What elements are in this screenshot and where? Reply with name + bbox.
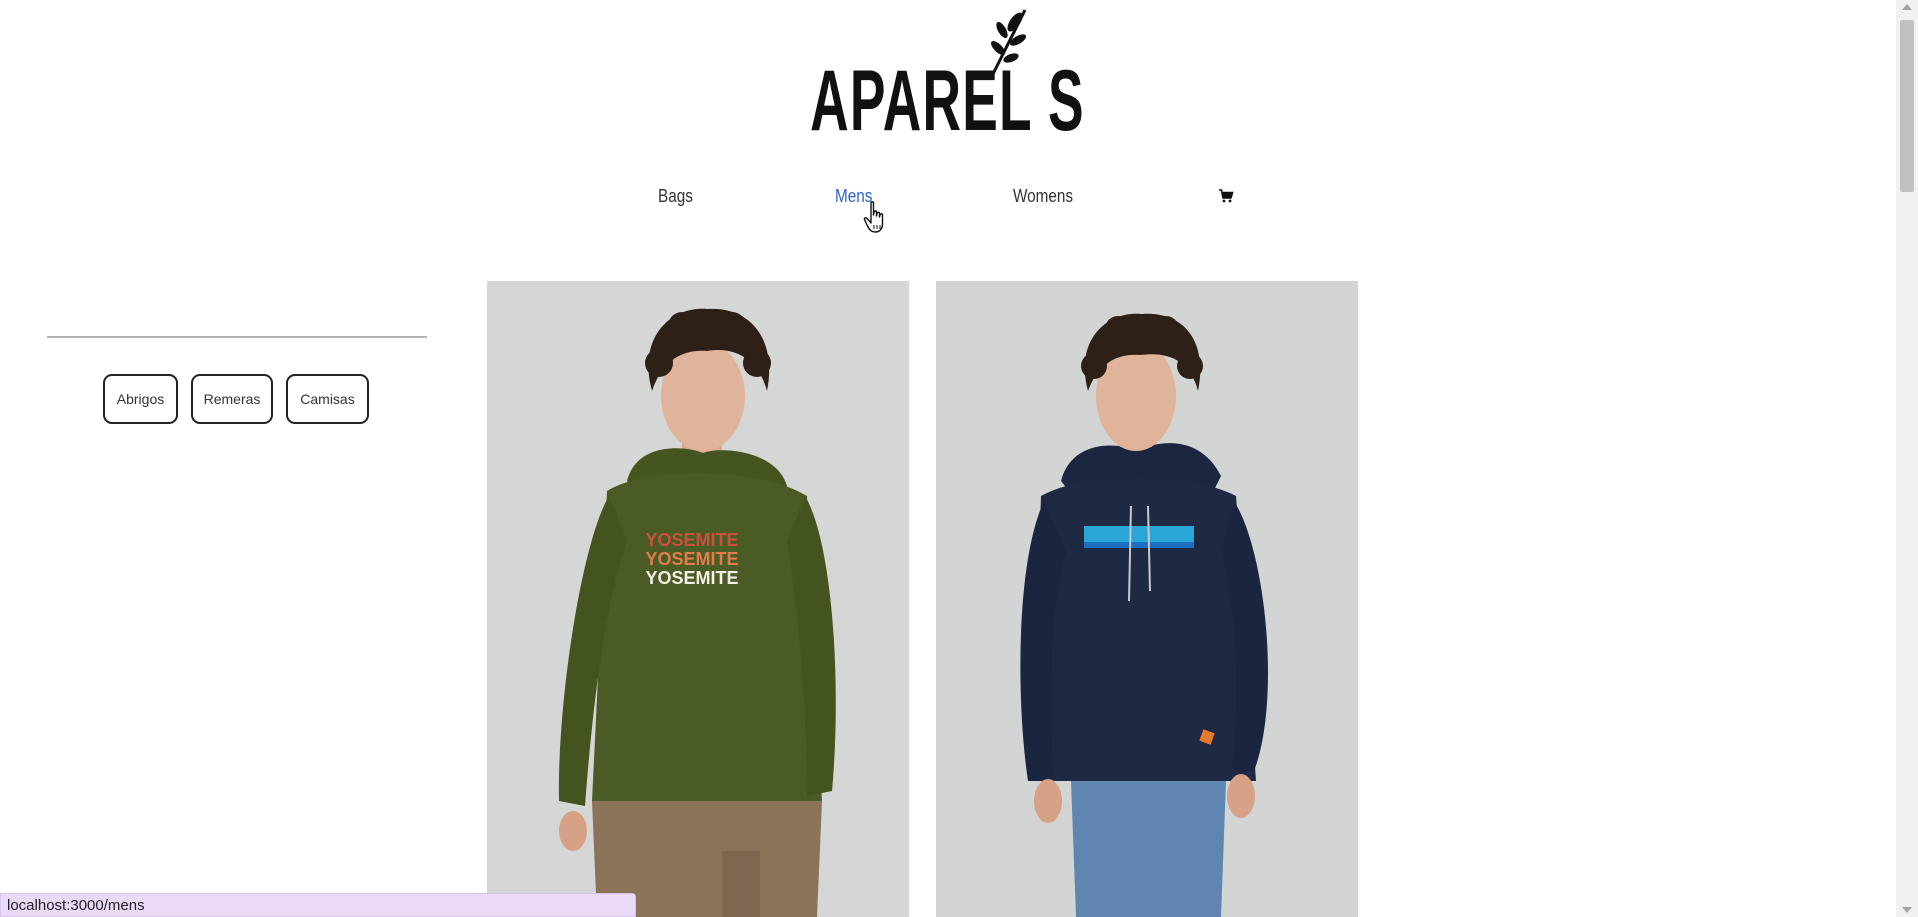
svg-text:YOSEMITE: YOSEMITE [645, 549, 738, 569]
navy-hoodie-photo [936, 281, 1358, 917]
sidebar-divider [47, 336, 427, 338]
main-nav: Bags Mens Womens [0, 186, 1918, 216]
filter-button-abrigos[interactable]: Abrigos [103, 374, 178, 424]
logo-text: APAREL S [809, 53, 1085, 149]
nav-link-mens[interactable]: Mens [835, 186, 872, 207]
vertical-scrollbar[interactable] [1896, 0, 1918, 917]
nav-link-womens[interactable]: Womens [1013, 186, 1073, 207]
nav-link-bags[interactable]: Bags [658, 186, 693, 207]
olive-green-hoodie-photo: YOSEMITE YOSEMITE YOSEMITE [487, 281, 909, 917]
svg-text:YOSEMITE: YOSEMITE [645, 568, 738, 588]
filter-button-remeras[interactable]: Remeras [191, 374, 273, 424]
link-status-bar: localhost:3000/mens [0, 893, 636, 917]
filter-button-camisas[interactable]: Camisas [286, 374, 369, 424]
svg-text:YOSEMITE: YOSEMITE [645, 530, 738, 550]
product-card[interactable] [936, 281, 1358, 917]
shopping-cart-icon[interactable] [1218, 188, 1234, 204]
scroll-down-arrow-icon[interactable] [1902, 907, 1912, 913]
product-card[interactable]: YOSEMITE YOSEMITE YOSEMITE [487, 281, 909, 917]
brand-logo[interactable]: APAREL S [0, 58, 1894, 144]
scroll-up-arrow-icon[interactable] [1902, 4, 1912, 10]
scrollbar-thumb[interactable] [1900, 20, 1914, 192]
laurel-leaf-icon [989, 9, 1027, 79]
